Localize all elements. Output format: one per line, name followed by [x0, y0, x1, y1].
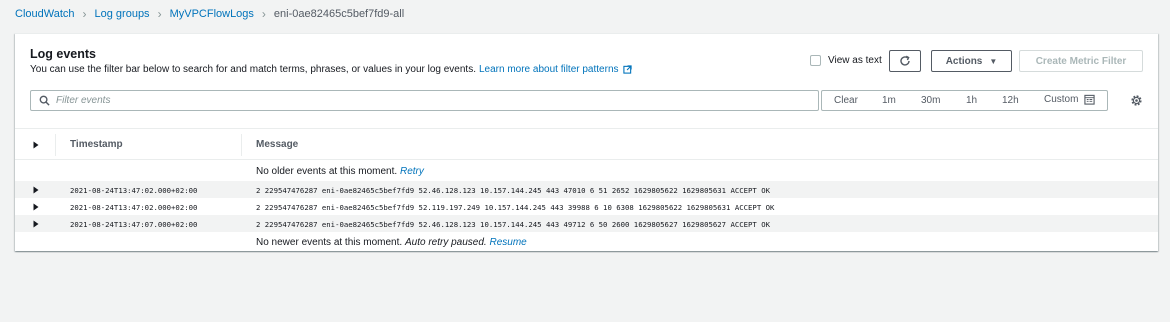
row-message: 2 229547476287 eni-0ae82465c5bef7fd9 52.…	[256, 220, 770, 229]
row-timestamp: 2021-08-24T13:47:02.000+02:00	[70, 203, 198, 212]
row-timestamp: 2021-08-24T13:47:02.000+02:00	[70, 186, 198, 195]
timestamp-column-header[interactable]: Timestamp	[70, 139, 123, 150]
search-icon	[39, 95, 50, 106]
retry-link[interactable]: Retry	[400, 166, 424, 177]
view-as-text-checkbox[interactable]	[810, 55, 821, 66]
refresh-button[interactable]	[889, 50, 921, 72]
row-message: 2 229547476287 eni-0ae82465c5bef7fd9 52.…	[256, 186, 770, 195]
breadcrumb: CloudWatch › Log groups › MyVPCFlowLogs …	[15, 6, 404, 22]
view-as-text-toggle[interactable]: View as text	[810, 55, 882, 66]
external-link-icon[interactable]	[622, 65, 632, 74]
range-custom[interactable]: Custom	[1044, 94, 1096, 105]
expand-icon[interactable]	[32, 203, 40, 211]
actions-button[interactable]: Actions ▼	[931, 50, 1012, 72]
learn-more-link[interactable]: Learn more about filter patterns	[479, 64, 619, 75]
range-30m[interactable]: 30m	[921, 95, 940, 106]
message-column-header[interactable]: Message	[256, 139, 298, 150]
table-row[interactable]: 2021-08-24T13:47:02.000+02:00 2 22954747…	[15, 181, 1158, 198]
chevron-right-icon: ›	[82, 7, 87, 21]
range-1h[interactable]: 1h	[966, 95, 977, 106]
refresh-icon	[900, 55, 910, 66]
expand-icon[interactable]	[32, 220, 40, 228]
time-range-selector: Clear 1m 30m 1h 12h Custom	[821, 90, 1108, 111]
table-row[interactable]: 2021-08-24T13:47:07.000+02:00 2 22954747…	[15, 215, 1158, 232]
calendar-icon	[1084, 94, 1096, 105]
range-1m[interactable]: 1m	[882, 95, 896, 106]
newer-events-notice: No newer events at this moment. Auto ret…	[256, 237, 527, 248]
actions-label: Actions	[945, 55, 983, 67]
expand-all-icon[interactable]	[32, 141, 40, 149]
clear-button[interactable]: Clear	[834, 95, 858, 106]
older-events-notice: No older events at this moment. Retry	[256, 166, 424, 177]
table-row[interactable]: 2021-08-24T13:47:02.000+02:00 2 22954747…	[15, 198, 1158, 215]
panel-title: Log events	[30, 47, 96, 61]
filter-events-input[interactable]	[56, 95, 756, 106]
breadcrumb-current: eni-0ae82465c5bef7fd9-all	[273, 8, 405, 20]
chevron-right-icon: ›	[157, 7, 162, 21]
chevron-right-icon: ›	[261, 7, 266, 21]
older-events-text: No older events at this moment.	[256, 166, 398, 177]
filter-events-field[interactable]	[30, 90, 819, 111]
caret-down-icon: ▼	[989, 56, 998, 66]
column-divider[interactable]	[241, 134, 242, 156]
expand-icon[interactable]	[32, 186, 40, 194]
table-header: Timestamp Message	[15, 128, 1158, 160]
log-events-panel: Log events You can use the filter bar be…	[15, 33, 1158, 251]
panel-description: You can use the filter bar below to sear…	[30, 64, 632, 75]
range-custom-label: Custom	[1044, 94, 1079, 105]
create-metric-filter-button[interactable]: Create Metric Filter	[1019, 50, 1143, 72]
auto-retry-paused-text: Auto retry paused.	[404, 237, 487, 248]
settings-icon[interactable]	[1130, 94, 1143, 107]
column-divider	[55, 134, 56, 156]
description-text: You can use the filter bar below to sear…	[30, 64, 476, 75]
breadcrumb-cloudwatch[interactable]: CloudWatch	[15, 8, 75, 20]
row-timestamp: 2021-08-24T13:47:07.000+02:00	[70, 220, 198, 229]
range-12h[interactable]: 12h	[1002, 95, 1019, 106]
resume-link[interactable]: Resume	[489, 237, 526, 248]
newer-events-text: No newer events at this moment.	[256, 237, 403, 248]
breadcrumb-log-group[interactable]: MyVPCFlowLogs	[170, 8, 254, 20]
breadcrumb-log-groups[interactable]: Log groups	[95, 8, 150, 20]
view-as-text-label: View as text	[828, 55, 882, 66]
row-message: 2 229547476287 eni-0ae82465c5bef7fd9 52.…	[256, 203, 775, 212]
